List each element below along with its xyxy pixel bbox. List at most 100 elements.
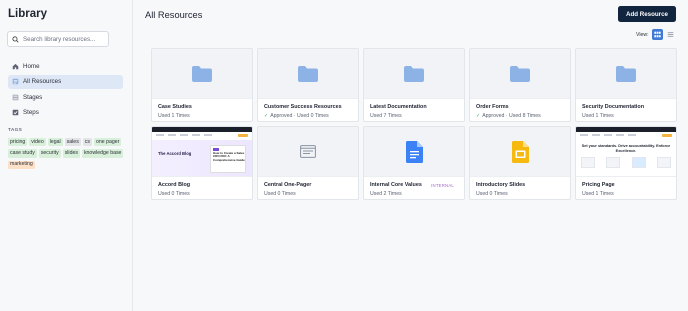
card-thumbnail	[258, 127, 358, 177]
search-icon	[12, 35, 19, 43]
grid-view-button[interactable]	[651, 29, 663, 40]
tag-cs[interactable]: cs	[82, 138, 92, 147]
card-title: Case Studies	[158, 104, 192, 110]
card-title: Customer Success Resources	[264, 104, 342, 110]
sidebar-item-label: All Resources	[23, 78, 62, 85]
tag-knowledge-base[interactable]: knowledge base	[81, 149, 124, 158]
card-usage: Used 0 Times	[476, 191, 508, 197]
add-resource-button[interactable]: Add Resource	[618, 6, 676, 22]
resource-card-pricing-page[interactable]: Set your standards. Drive accountability…	[575, 126, 677, 200]
resource-card-order-forms[interactable]: Order Forms ✓ Approved · Used 8 Times	[469, 48, 571, 122]
tag-case-study[interactable]: case study	[8, 149, 37, 158]
resource-card-internal-core-values[interactable]: Internal Core Values INTERNAL Used 2 Tim…	[363, 126, 465, 200]
site-heading: Set your standards. Drive accountability…	[581, 144, 671, 153]
folder-icon	[298, 65, 318, 82]
usage-text: Used 0 Times	[476, 191, 508, 197]
usage-text: Used 1 Times	[582, 191, 614, 197]
page-title: All Resources	[145, 10, 203, 20]
site-header-bar	[152, 127, 252, 132]
resource-card-accord-blog[interactable]: The Accord Blog How to Create a Sales CR…	[151, 126, 253, 200]
tag-security[interactable]: security	[38, 149, 61, 158]
site-post-title: How to Create a Sales CRO ROI: A Compreh…	[213, 151, 245, 162]
checkmark-icon: ✓	[264, 113, 269, 119]
card-thumbnail	[576, 49, 676, 99]
home-icon	[12, 63, 19, 69]
site-heading: The Accord Blog	[158, 151, 192, 156]
sidebar-item-home[interactable]: Home	[8, 59, 123, 73]
usage-text: Used 1 Times	[158, 113, 190, 119]
tag-slides[interactable]: slides	[62, 149, 80, 158]
tag-list: pricing video legal sales cs one pager c…	[8, 138, 128, 170]
card-usage: Used 1 Times	[582, 113, 614, 119]
grid-icon	[653, 31, 661, 38]
usage-text: Used 2 Times	[370, 191, 402, 197]
tag-one-pager[interactable]: one pager	[93, 138, 122, 147]
list-icon	[667, 32, 673, 37]
card-usage: Used 7 Times	[370, 113, 402, 119]
tag-marketing[interactable]: marketing	[8, 160, 35, 170]
sidebar-item-label: Home	[23, 62, 40, 70]
sidebar-item-label: Steps	[23, 109, 39, 116]
website-screenshot: Set your standards. Drive accountability…	[576, 127, 676, 176]
card-thumbnail	[258, 49, 358, 99]
search-box[interactable]	[7, 31, 110, 47]
resource-card-latest-documentation[interactable]: Latest Documentation Used 7 Times	[363, 48, 465, 122]
usage-text: Approved · Used 8 Times	[482, 113, 541, 119]
site-cta	[662, 134, 672, 137]
usage-text: Used 0 Times	[158, 191, 190, 197]
card-usage: Used 2 Times	[370, 191, 402, 197]
sidebar: Library Home All Resources Stages Steps …	[0, 0, 133, 311]
card-title: Latest Documentation	[370, 104, 427, 110]
card-usage: Used 0 Times	[158, 191, 190, 197]
card-title: Accord Blog	[158, 182, 191, 188]
tag-legal[interactable]: legal	[47, 138, 63, 147]
site-post-card: How to Create a Sales CRO ROI: A Compreh…	[210, 145, 246, 173]
card-title: Internal Core Values	[370, 182, 422, 188]
folder-icon	[510, 65, 530, 82]
checkmark-icon: ✓	[476, 113, 481, 119]
card-usage: ✓ Approved · Used 8 Times	[476, 113, 541, 119]
resource-card-case-studies[interactable]: Case Studies Used 1 Times	[151, 48, 253, 122]
steps-icon	[12, 109, 19, 116]
all-resources-icon	[12, 78, 19, 85]
folder-icon	[616, 65, 636, 82]
tag-pricing[interactable]: pricing	[8, 138, 28, 147]
card-title: Introductory Slides	[476, 182, 526, 188]
view-label: View:	[636, 31, 649, 38]
web-page-icon	[300, 145, 316, 158]
tag-sales[interactable]: sales	[64, 138, 81, 147]
usage-text: Used 7 Times	[370, 113, 402, 119]
site-cta	[238, 134, 248, 137]
tags-heading: TAGS	[8, 128, 23, 133]
site-header-bar	[576, 127, 676, 132]
card-title: Security Documentation	[582, 104, 645, 110]
tag-video[interactable]: video	[29, 138, 46, 147]
sidebar-item-all-resources[interactable]: All Resources	[8, 74, 123, 89]
pricing-tiers	[581, 157, 671, 168]
stages-icon	[12, 94, 19, 100]
card-thumbnail	[364, 49, 464, 99]
sidebar-item-stages[interactable]: Stages	[8, 90, 123, 104]
search-input[interactable]	[23, 35, 110, 43]
resource-card-security-documentation[interactable]: Security Documentation Used 1 Times	[575, 48, 677, 122]
resource-grid: Case Studies Used 1 Times Customer Succe…	[151, 48, 677, 200]
sidebar-item-steps[interactable]: Steps	[8, 106, 123, 120]
card-thumbnail	[152, 49, 252, 99]
list-view-button[interactable]	[666, 30, 675, 39]
usage-text: Used 1 Times	[582, 113, 614, 119]
card-title: Pricing Page	[582, 182, 615, 188]
usage-text: Used 0 Times	[264, 191, 296, 197]
library-title: Library	[8, 8, 47, 20]
resource-card-introductory-slides[interactable]: Introductory Slides Used 0 Times	[469, 126, 571, 200]
card-title: Central One-Pager	[264, 182, 312, 188]
sidebar-item-label: Stages	[23, 93, 43, 101]
folder-icon	[192, 65, 212, 82]
resource-card-central-one-pager[interactable]: Central One-Pager Used 0 Times	[257, 126, 359, 200]
google-doc-icon	[405, 140, 423, 163]
card-thumbnail	[364, 127, 464, 177]
resource-card-customer-success[interactable]: Customer Success Resources ✓ Approved · U…	[257, 48, 359, 122]
card-thumbnail	[470, 49, 570, 99]
card-thumbnail: Set your standards. Drive accountability…	[576, 127, 676, 177]
folder-icon	[404, 65, 424, 82]
card-usage: Used 1 Times	[582, 191, 614, 197]
